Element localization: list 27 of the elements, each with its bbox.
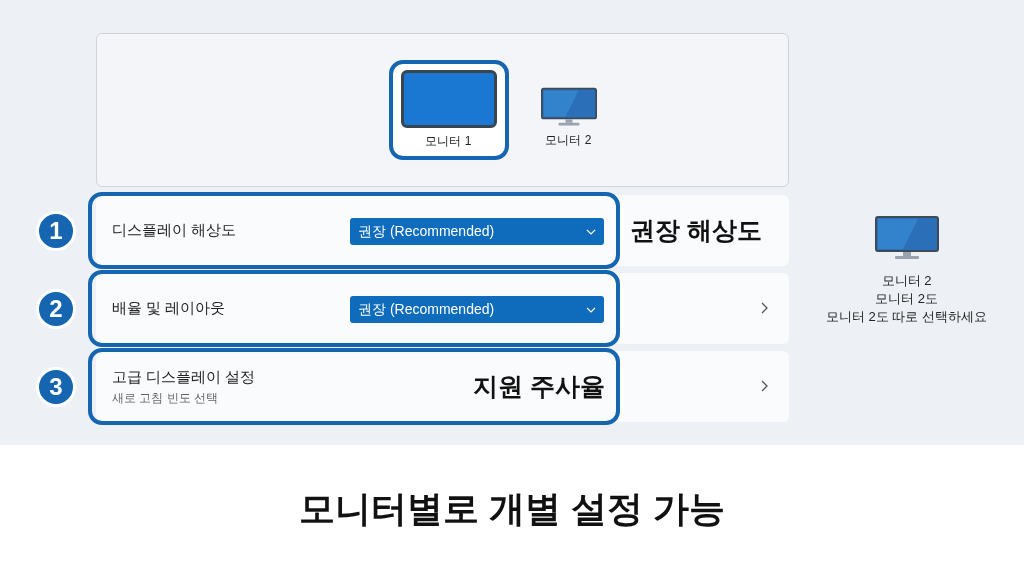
monitor-icon <box>400 70 497 128</box>
step-number: 2 <box>36 289 76 329</box>
note-text: 모니터 2도 <box>875 290 938 308</box>
monitor-icon <box>540 87 597 127</box>
monitor-tile[interactable]: 모니터 2 <box>540 71 597 149</box>
setting-description: 새로 고침 빈도 선택 <box>112 389 219 407</box>
note-text: 모니터 2 <box>881 272 932 290</box>
dropdown[interactable]: 권장 (Recommended) <box>350 296 604 323</box>
monitor-icon <box>874 216 939 260</box>
annotation-label: 지원 주사율 <box>473 370 605 402</box>
settings-row[interactable] <box>96 351 789 422</box>
setting-label: 고급 디스플레이 설정 <box>112 367 256 388</box>
note-text: 모니터 2도 따로 선택하세요 <box>825 308 988 326</box>
setting-label: 배율 및 레이아웃 <box>112 298 226 319</box>
chevron-down-icon <box>586 228 596 235</box>
step-number: 3 <box>36 367 76 407</box>
caption: 모니터별로 개별 설정 가능 <box>299 486 725 531</box>
monitor-tile[interactable]: 모니터 1 <box>388 60 509 160</box>
chevron-right-icon[interactable] <box>761 380 769 392</box>
step-number: 1 <box>36 211 76 251</box>
annotation-label: 권장 해상도 <box>630 214 762 246</box>
chevron-down-icon <box>586 306 596 313</box>
monitor-label: 모니터 1 <box>425 133 472 150</box>
chevron-right-icon[interactable] <box>761 302 769 314</box>
monitor-label: 모니터 2 <box>545 132 592 149</box>
setting-label: 디스플레이 해상도 <box>112 220 237 241</box>
dropdown[interactable]: 권장 (Recommended) <box>350 218 604 245</box>
